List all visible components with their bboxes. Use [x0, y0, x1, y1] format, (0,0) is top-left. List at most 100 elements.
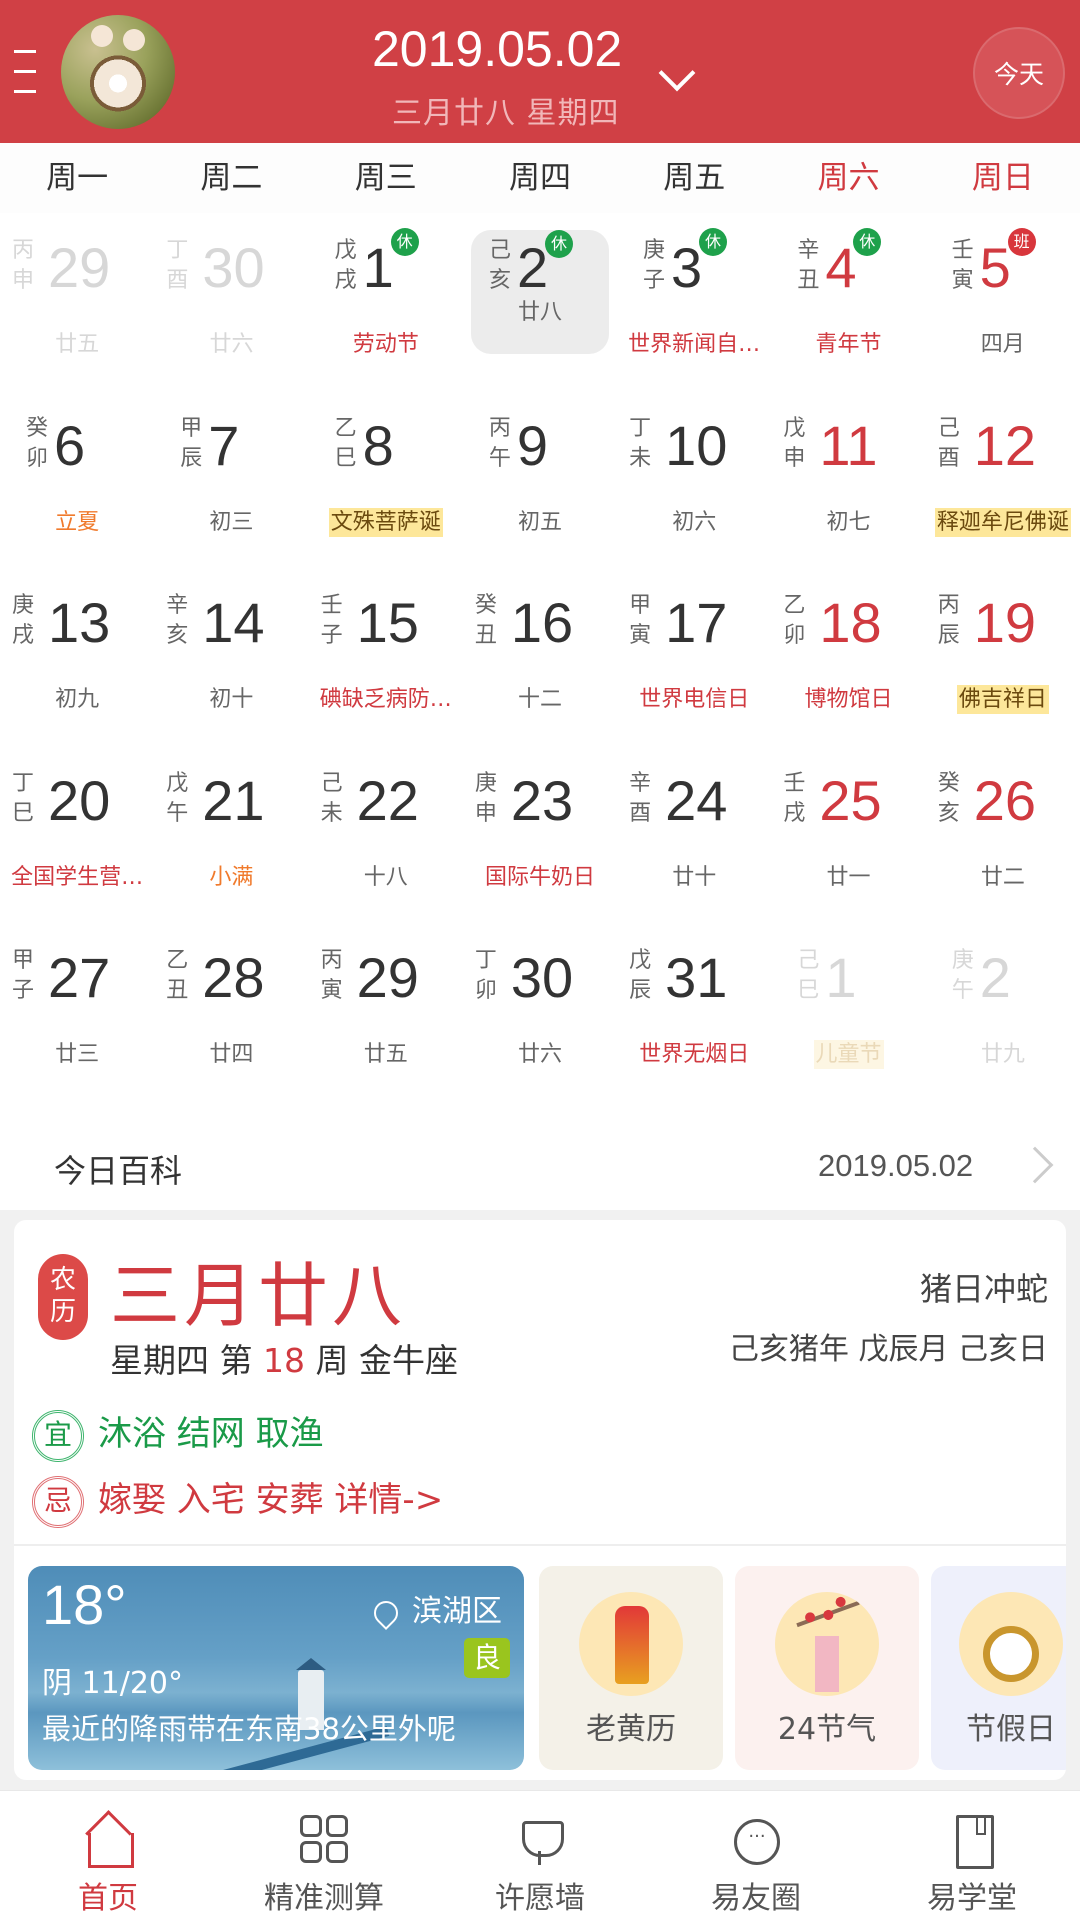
chevron-down-icon[interactable] [658, 54, 696, 92]
ganzhi-label: 戊辰 [629, 946, 651, 1006]
day-subtitle: 初十 [154, 681, 308, 713]
calendar-day[interactable]: 己未 22 十八 [309, 749, 463, 894]
tab-friends-circle[interactable]: 易友圈 [648, 1791, 864, 1920]
day-number: 29 [356, 946, 419, 1009]
day-subtitle: 十八 [309, 859, 463, 891]
ganzhi-char: 甲 [629, 593, 652, 618]
calendar-day[interactable]: 丁巳 20 全国学生营… [0, 749, 154, 894]
calendar-day[interactable]: 己酉 12 释迦牟尼佛诞 [926, 394, 1080, 539]
day-number: 19 [973, 591, 1036, 654]
ganzhi-char: 丑 [474, 623, 497, 648]
avatar[interactable] [61, 15, 175, 129]
day-number: 28 [202, 946, 265, 1009]
day-subtitle-text: 佛吉祥日 [956, 685, 1049, 714]
calendar-day[interactable]: 辛亥 14 初十 [154, 571, 308, 716]
day-number: 25 [819, 768, 882, 832]
day-subtitle-text: 初七 [826, 509, 871, 535]
calendar-day[interactable]: 戊午 21 小满 [154, 749, 308, 894]
calendar-day[interactable]: 辛丑 4 青年节 休 [771, 216, 925, 361]
calendar-day[interactable]: 庚申 23 国际牛奶日 [463, 749, 617, 894]
ganzhi-label: 丙申 [12, 236, 34, 296]
ganzhi-char: 亥 [937, 800, 960, 826]
weather-card[interactable]: 18° 滨湖区 良 阴 11/20° 最近的降雨带在东南38公里外呢 [28, 1566, 524, 1770]
calendar-day[interactable]: 丁未 10 初六 [617, 394, 771, 539]
tile-holidays[interactable]: 节假日 [931, 1566, 1066, 1770]
calendar-day[interactable]: 乙巳 8 文殊菩萨诞 [309, 394, 463, 539]
day-subtitle: 博物馆日 [771, 681, 925, 713]
day-number: 12 [973, 413, 1036, 477]
day-number: 22 [356, 768, 419, 832]
tile-label: 24节气 [777, 1712, 877, 1747]
chevron-right-icon[interactable] [1016, 1146, 1054, 1184]
weekday-label: 周一 [46, 160, 109, 196]
divider [14, 1544, 1066, 1546]
day-number: 23 [510, 768, 574, 832]
tile-solar-terms[interactable]: 24节气 [735, 1566, 919, 1770]
tab-academy[interactable]: 易学堂 [864, 1791, 1080, 1920]
avoid-row[interactable]: 忌嫁娶 入宅 安葬 详情-> [32, 1472, 443, 1528]
ganzhi-char: 子 [320, 623, 343, 648]
ganzhi-label: 丁酉 [166, 236, 188, 296]
day-subtitle-text: 劳动节 [352, 332, 419, 357]
calendar-day[interactable]: 癸亥 26 廿二 [926, 749, 1080, 894]
calendar-day[interactable]: 乙丑 28 廿四 [154, 926, 308, 1071]
tab-label: 精准测算 [264, 1881, 384, 1916]
calendar-day[interactable]: 辛酉 24 廿十 [617, 749, 771, 894]
ganzhi-char: 未 [320, 800, 343, 826]
calendar-day[interactable]: 癸卯 6 立夏 [0, 394, 154, 539]
day-subtitle-text: 博物馆日 [804, 687, 893, 712]
calendar-day[interactable]: 乙卯 18 博物馆日 [771, 571, 925, 716]
temperature: 18° [42, 1573, 127, 1636]
calendar-day[interactable]: 丁酉 30 廿六 [154, 216, 308, 361]
ganzhi-label: 丁未 [629, 414, 651, 474]
tab-home[interactable]: 首页 [0, 1791, 216, 1920]
menu-icon[interactable] [14, 50, 36, 94]
ganzhi-text: 己亥猪年 戊辰月 己亥日 [728, 1332, 1048, 1367]
ganzhi-char: 丙 [320, 948, 343, 973]
calendar-day[interactable]: 壬寅 5 四月 班 [926, 216, 1080, 361]
day-number: 7 [208, 413, 240, 477]
weekday-text: 星期四 [110, 1341, 209, 1380]
ganzhi-char: 辰 [180, 445, 203, 471]
calendar-day[interactable]: 甲辰 7 初三 [154, 394, 308, 539]
calendar-day[interactable]: 甲寅 17 世界电信日 [617, 571, 771, 716]
tab-wish-wall[interactable]: 许愿墙 [432, 1791, 648, 1920]
calendar-day[interactable]: 丁卯 30 廿六 [463, 926, 617, 1071]
today-encyclopedia-header[interactable]: 今日百科 2019.05.02 [0, 1122, 1080, 1210]
calendar-day[interactable]: 戊戌 1 劳动节 休 [309, 216, 463, 361]
week-suffix: 周 [315, 1341, 349, 1380]
avoid-activities[interactable]: 嫁娶 入宅 安葬 详情-> [98, 1480, 443, 1520]
calendar-day[interactable]: 戊辰 31 世界无烟日 [617, 926, 771, 1071]
ganzhi-char: 己 [797, 948, 820, 973]
calendar-day-selected[interactable]: 己亥 2 廿八 休 [470, 230, 609, 354]
calendar-day[interactable]: 庚午 2 廿九 [926, 926, 1080, 1071]
calendar-day[interactable]: 壬子 15 碘缺乏病防… [309, 571, 463, 716]
today-button[interactable]: 今天 [973, 27, 1065, 119]
calendar-day[interactable]: 丙辰 19 佛吉祥日 [926, 571, 1080, 716]
day-subtitle: 青年节 [771, 326, 925, 358]
calendar-day[interactable]: 甲子 27 廿三 [0, 926, 154, 1071]
day-subtitle: 廿三 [0, 1036, 154, 1068]
ganzhi-char: 庚 [951, 948, 974, 973]
current-date[interactable]: 2019.05.02 [372, 20, 622, 78]
day-number: 6 [54, 413, 86, 477]
calendar-day[interactable]: 癸丑 16 十二 [463, 571, 617, 716]
location: 滨湖区 [369, 1586, 502, 1630]
ganzhi-label: 戊申 [783, 414, 805, 474]
calendar-day[interactable]: 庚戌 13 初九 [0, 571, 154, 716]
calendar-day[interactable]: 庚子 3 世界新闻自… 休 [617, 216, 771, 361]
tile-almanac[interactable]: 老黄历 [539, 1566, 723, 1770]
day-number: 26 [973, 768, 1036, 832]
ganzhi-label: 乙巳 [335, 414, 357, 474]
day-number: 20 [48, 768, 111, 832]
calendar-day[interactable]: 壬戌 25 廿一 [771, 749, 925, 894]
calendar-day[interactable]: 戊申 11 初七 [771, 394, 925, 539]
avoid-seal-icon: 忌 [32, 1475, 84, 1528]
calendar-day[interactable]: 丙寅 29 廿五 [309, 926, 463, 1071]
clash-text: 猪日冲蛇 [919, 1270, 1048, 1308]
calendar-day[interactable]: 丙午 9 初五 [463, 394, 617, 539]
calendar-day[interactable]: 丙申 29 廿五 [0, 216, 154, 361]
tab-precise-calculation[interactable]: 精准测算 [216, 1791, 432, 1920]
calendar-day[interactable]: 己巳 1 儿童节 [771, 926, 925, 1071]
almanac-panel: 农历 三月廿八 星期四 第 18 周 金牛座 猪日冲蛇 己亥猪年 戊辰月 己亥日… [0, 1210, 1080, 1790]
